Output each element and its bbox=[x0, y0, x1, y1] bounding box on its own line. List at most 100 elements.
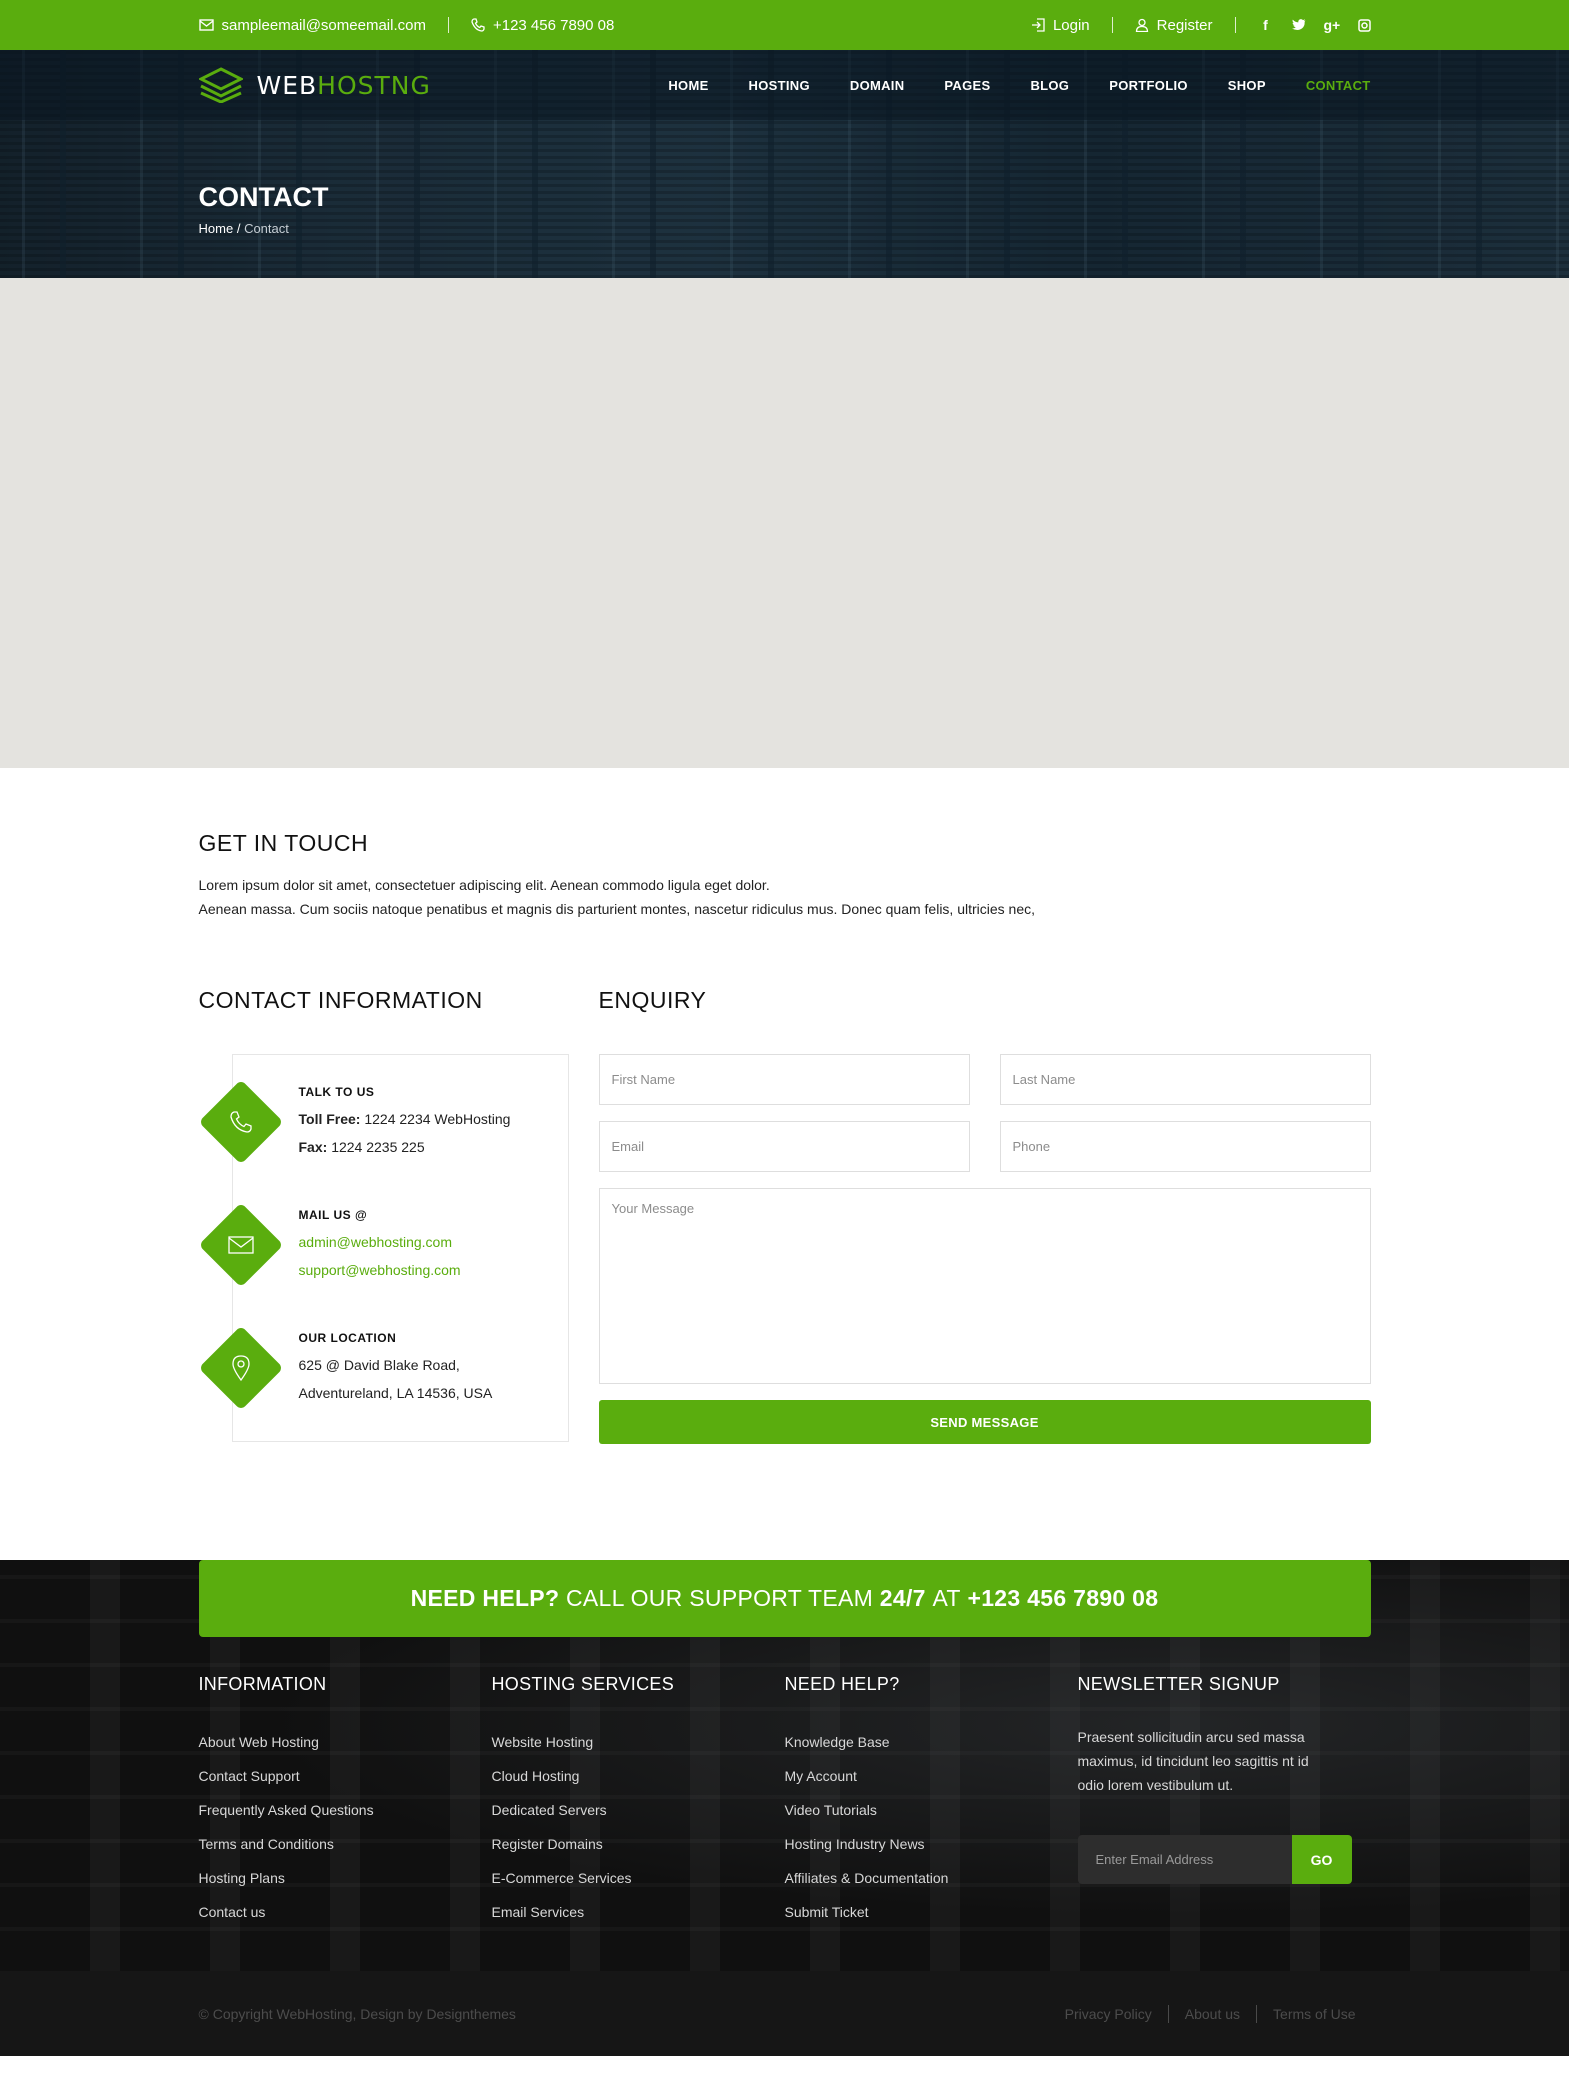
logo-text-web: WEB bbox=[256, 70, 318, 100]
top-phone[interactable]: +123 456 7890 08 bbox=[471, 17, 614, 34]
email-link-support[interactable]: support@webhosting.com bbox=[299, 1256, 559, 1284]
support-banner: NEED HELP? CALL OUR SUPPORT TEAM 24/7 AT… bbox=[198, 1560, 1371, 1637]
phone-input[interactable] bbox=[999, 1121, 1371, 1172]
footer-link[interactable]: About Web Hosting bbox=[199, 1725, 492, 1759]
register-label: Register bbox=[1156, 16, 1213, 34]
toll-free-line: Toll Free: 1224 2234 WebHosting bbox=[299, 1105, 559, 1133]
breadcrumb-home[interactable]: Home bbox=[199, 221, 234, 236]
logo[interactable]: WEBHOSTNG bbox=[198, 67, 431, 103]
footer-link[interactable]: Register Domains bbox=[492, 1827, 785, 1861]
main-nav: HOME HOSTING DOMAIN PAGES BLOG PORTFOLIO… bbox=[668, 78, 1370, 93]
user-icon bbox=[1135, 18, 1148, 32]
page-header: WEBHOSTNG HOME HOSTING DOMAIN PAGES BLOG… bbox=[0, 50, 1569, 278]
footer-link[interactable]: Terms and Conditions bbox=[199, 1827, 492, 1861]
message-textarea[interactable] bbox=[598, 1188, 1371, 1384]
fax-label: Fax: bbox=[298, 1139, 328, 1155]
toll-free-label: Toll Free: bbox=[298, 1111, 361, 1127]
login-label: Login bbox=[1052, 16, 1090, 34]
logo-text-hosting: HOSTNG bbox=[317, 70, 431, 100]
address-line-1: 625 @ David Blake Road, bbox=[298, 1357, 460, 1373]
footer-link[interactable]: Affiliates & Documentation bbox=[785, 1861, 1078, 1895]
fax-value: 1224 2235 225 bbox=[331, 1139, 425, 1155]
contact-information: CONTACT INFORMATION TALK TO US Toll Free… bbox=[198, 987, 599, 1444]
location-title: OUR LOCATION bbox=[298, 1331, 397, 1345]
footer-col-help: NEED HELP? Knowledge Base My Account Vid… bbox=[785, 1674, 1078, 1929]
newsletter-form: GO bbox=[1077, 1835, 1352, 1884]
register-link[interactable]: Register bbox=[1135, 17, 1213, 34]
nav-portfolio[interactable]: PORTFOLIO bbox=[1109, 78, 1188, 93]
nav-pages[interactable]: PAGES bbox=[944, 78, 990, 93]
footer-link[interactable]: Website Hosting bbox=[492, 1725, 785, 1759]
twitter-icon[interactable] bbox=[1291, 19, 1306, 31]
first-name-input[interactable] bbox=[598, 1054, 970, 1105]
footer-col-newsletter: NEWSLETTER SIGNUP Praesent sollicitudin … bbox=[1077, 1674, 1371, 1929]
email-input[interactable] bbox=[598, 1121, 970, 1172]
facebook-icon[interactable]: f bbox=[1258, 17, 1274, 33]
footer-link[interactable]: Email Services bbox=[492, 1895, 785, 1929]
nav-contact[interactable]: CONTACT bbox=[1306, 78, 1371, 93]
newsletter-go-button[interactable]: GO bbox=[1291, 1835, 1352, 1884]
footer-link[interactable]: E-Commerce Services bbox=[492, 1861, 785, 1895]
footer-link[interactable]: Dedicated Servers bbox=[492, 1793, 785, 1827]
toll-free-value: 1224 2234 WebHosting bbox=[364, 1111, 511, 1127]
top-email[interactable]: sampleemail@someemail.com bbox=[198, 17, 426, 34]
talk-title: TALK TO US bbox=[298, 1085, 375, 1099]
breadcrumb-separator: / bbox=[236, 221, 241, 236]
support-at: AT bbox=[932, 1585, 961, 1611]
get-in-touch-text: Lorem ipsum dolor sit amet, consectetuer… bbox=[199, 873, 1371, 921]
get-in-touch-section: GET IN TOUCH Lorem ipsum dolor sit amet,… bbox=[199, 768, 1371, 921]
nav-hosting[interactable]: HOSTING bbox=[749, 78, 810, 93]
footer-link[interactable]: Submit Ticket bbox=[785, 1895, 1078, 1929]
footer-heading: INFORMATION bbox=[198, 1674, 327, 1694]
footer-heading: NEED HELP? bbox=[784, 1674, 900, 1694]
get-in-touch-line-1: Lorem ipsum dolor sit amet, consectetuer… bbox=[198, 877, 770, 893]
divider bbox=[447, 17, 449, 33]
footer-link[interactable]: Cloud Hosting bbox=[492, 1759, 785, 1793]
get-in-touch-line-2: Aenean massa. Cum sociis natoque penatib… bbox=[198, 901, 1036, 917]
send-message-button[interactable]: SEND MESSAGE bbox=[598, 1400, 1371, 1444]
footer-link[interactable]: Contact Support bbox=[199, 1759, 492, 1793]
social-links: f g+ bbox=[1258, 17, 1371, 33]
footer-col-information: INFORMATION About Web Hosting Contact Su… bbox=[199, 1674, 492, 1929]
mail-title: MAIL US @ bbox=[298, 1208, 368, 1222]
footer-link[interactable]: Hosting Plans bbox=[199, 1861, 492, 1895]
about-us-link[interactable]: About us bbox=[1185, 2006, 1240, 2022]
breadcrumb: Home / Contact bbox=[199, 221, 1371, 236]
footer-link[interactable]: Video Tutorials bbox=[785, 1793, 1078, 1827]
footer-heading: NEWSLETTER SIGNUP bbox=[1077, 1674, 1280, 1694]
fax-line: Fax: 1224 2235 225 bbox=[299, 1133, 559, 1161]
footer-col-hosting: HOSTING SERVICES Website Hosting Cloud H… bbox=[492, 1674, 785, 1929]
divider bbox=[1111, 17, 1113, 33]
terms-of-use-link[interactable]: Terms of Use bbox=[1273, 2006, 1355, 2022]
breadcrumb-current: Contact bbox=[244, 221, 289, 236]
newsletter-email-input[interactable] bbox=[1077, 1835, 1292, 1884]
nav-shop[interactable]: SHOP bbox=[1228, 78, 1266, 93]
email-link-admin[interactable]: admin@webhosting.com bbox=[299, 1228, 559, 1256]
footer-link[interactable]: Hosting Industry News bbox=[785, 1827, 1078, 1861]
enquiry-heading: ENQUIRY bbox=[598, 987, 707, 1013]
map-area[interactable] bbox=[0, 278, 1569, 768]
footer-link[interactable]: Frequently Asked Questions bbox=[199, 1793, 492, 1827]
nav-home[interactable]: HOME bbox=[668, 78, 708, 93]
footer-link[interactable]: Contact us bbox=[199, 1895, 492, 1929]
support-phone[interactable]: +123 456 7890 08 bbox=[967, 1585, 1158, 1612]
envelope-icon bbox=[217, 1221, 265, 1269]
nav-domain[interactable]: DOMAIN bbox=[850, 78, 905, 93]
privacy-policy-link[interactable]: Privacy Policy bbox=[1065, 2006, 1152, 2022]
footer-link[interactable]: My Account bbox=[785, 1759, 1078, 1793]
newsletter-text: Praesent sollicitudin arcu sed massa max… bbox=[1077, 1729, 1309, 1793]
last-name-input[interactable] bbox=[999, 1054, 1371, 1105]
page-title: CONTACT bbox=[198, 182, 329, 212]
google-plus-icon[interactable]: g+ bbox=[1324, 17, 1341, 33]
top-phone-text: +123 456 7890 08 bbox=[492, 16, 615, 34]
login-icon bbox=[1031, 18, 1045, 32]
bottom-bar: © Copyright WebHosting, Design by Design… bbox=[0, 1971, 1569, 2056]
login-link[interactable]: Login bbox=[1031, 17, 1090, 34]
divider bbox=[1256, 2004, 1258, 2023]
footer-wrap: NEED HELP? CALL OUR SUPPORT TEAM 24/7 AT… bbox=[0, 1560, 1569, 2056]
get-in-touch-heading: GET IN TOUCH bbox=[198, 830, 369, 856]
instagram-icon[interactable] bbox=[1357, 18, 1371, 32]
nav-blog[interactable]: BLOG bbox=[1030, 78, 1069, 93]
divider bbox=[1167, 2004, 1169, 2023]
footer-link[interactable]: Knowledge Base bbox=[785, 1725, 1078, 1759]
